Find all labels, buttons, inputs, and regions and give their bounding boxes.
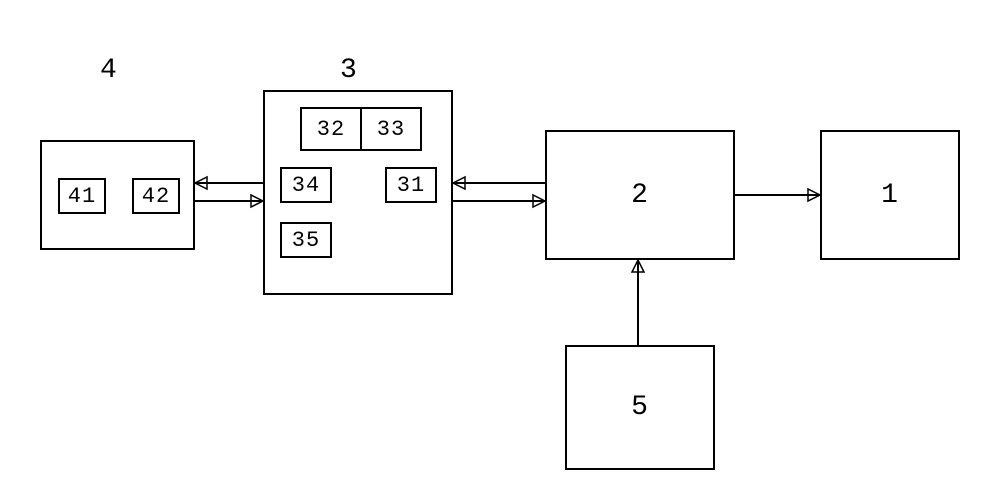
arrow-2-to-1 [735,185,820,205]
block3-label: 3 [340,55,358,86]
block4: 41 42 [40,140,195,250]
arrow-5-to-2 [628,260,648,345]
block1: 1 [820,130,960,260]
block5: 5 [565,345,715,470]
block2: 2 [545,130,735,260]
inner34: 34 [280,167,332,203]
arrow-4-to-3 [195,175,263,215]
inner41: 41 [58,178,106,214]
block3: 32 33 34 31 35 [263,90,453,295]
inner32: 32 [300,107,362,151]
inner31: 31 [385,167,437,203]
inner35: 35 [280,222,332,258]
inner42: 42 [132,178,180,214]
block4-label: 4 [100,55,118,86]
inner33: 33 [360,107,422,151]
arrow-3-to-2 [453,175,545,215]
